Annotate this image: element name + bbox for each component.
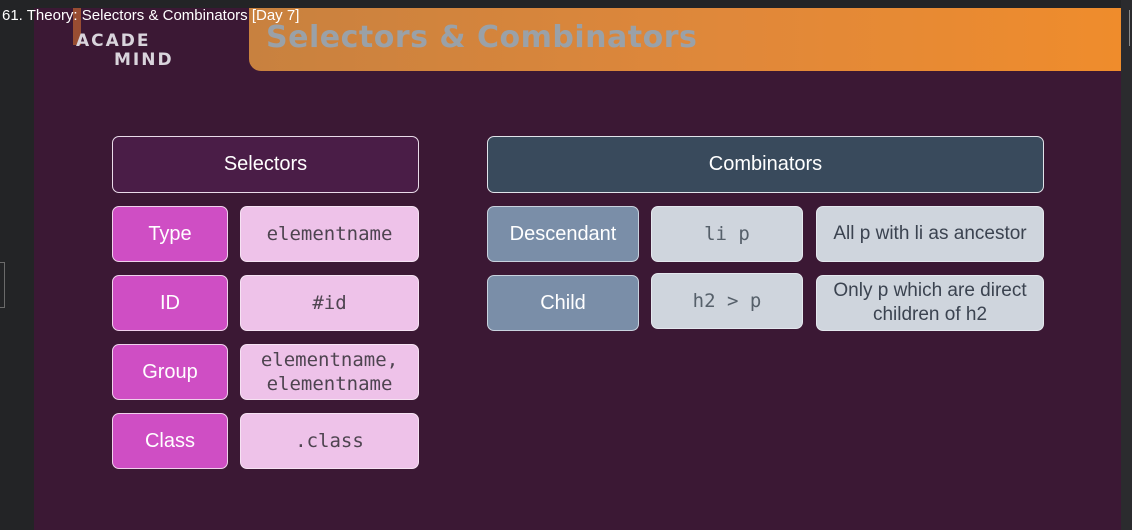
selectors-heading-label: Selectors bbox=[223, 153, 308, 175]
slide-title: Selectors & Combinators bbox=[266, 20, 698, 55]
combinators-heading: Combinators bbox=[487, 136, 1044, 193]
selector-type-example: elementname bbox=[240, 206, 419, 262]
selector-id-label: ID bbox=[112, 275, 228, 331]
combinator-descendant-example: li p bbox=[651, 206, 803, 262]
side-panel-handle[interactable] bbox=[0, 262, 5, 308]
combinator-child-label: Child bbox=[487, 275, 639, 331]
selector-class-label-text: Class bbox=[144, 429, 195, 452]
logo-text-academind-top: ACADE bbox=[76, 31, 151, 51]
selector-id-example: #id bbox=[240, 275, 419, 331]
combinator-child-description: Only p which are direct children of h2 bbox=[816, 275, 1044, 331]
selector-type-label-text: Type bbox=[148, 222, 192, 245]
combinators-heading-label: Combinators bbox=[708, 153, 823, 175]
selector-class-example: .class bbox=[240, 413, 419, 469]
slide: Selectors & Combinators ACADE MIND Selec… bbox=[34, 8, 1121, 530]
combinator-descendant-example-text: li p bbox=[704, 223, 750, 245]
selector-id-label-text: ID bbox=[160, 291, 180, 314]
combinator-child-description-text: Only p which are direct children of h2 bbox=[833, 280, 1027, 325]
selector-type-label: Type bbox=[112, 206, 228, 262]
combinator-descendant-description-text: All p with li as ancestor bbox=[833, 223, 1027, 244]
selector-class-label: Class bbox=[112, 413, 228, 469]
logo-text-academind-bottom: MIND bbox=[114, 50, 174, 70]
selector-group-label: Group bbox=[112, 344, 228, 400]
slide-header-bar: Selectors & Combinators bbox=[249, 8, 1121, 71]
selector-type-example-text: elementname bbox=[266, 223, 393, 245]
divider bbox=[1129, 10, 1130, 46]
combinator-child-label-text: Child bbox=[540, 291, 586, 314]
combinator-child-example: h2 > p bbox=[651, 273, 803, 329]
selectors-heading: Selectors bbox=[112, 136, 419, 193]
combinator-descendant-label: Descendant bbox=[487, 206, 639, 262]
selector-class-example-text: .class bbox=[295, 430, 364, 452]
player-right-margin bbox=[1121, 0, 1132, 530]
player-left-margin bbox=[0, 0, 34, 530]
selector-group-label-text: Group bbox=[142, 360, 198, 383]
combinator-descendant-description: All p with li as ancestor bbox=[816, 206, 1044, 262]
selector-group-example-text: elementname, elementname bbox=[260, 349, 399, 395]
video-title: 61. Theory: Selectors & Combinators [Day… bbox=[2, 7, 300, 24]
combinator-child-example-text: h2 > p bbox=[692, 290, 762, 312]
selector-id-example-text: #id bbox=[312, 292, 347, 314]
combinator-descendant-label-text: Descendant bbox=[509, 222, 617, 245]
selector-group-example: elementname, elementname bbox=[240, 344, 419, 400]
